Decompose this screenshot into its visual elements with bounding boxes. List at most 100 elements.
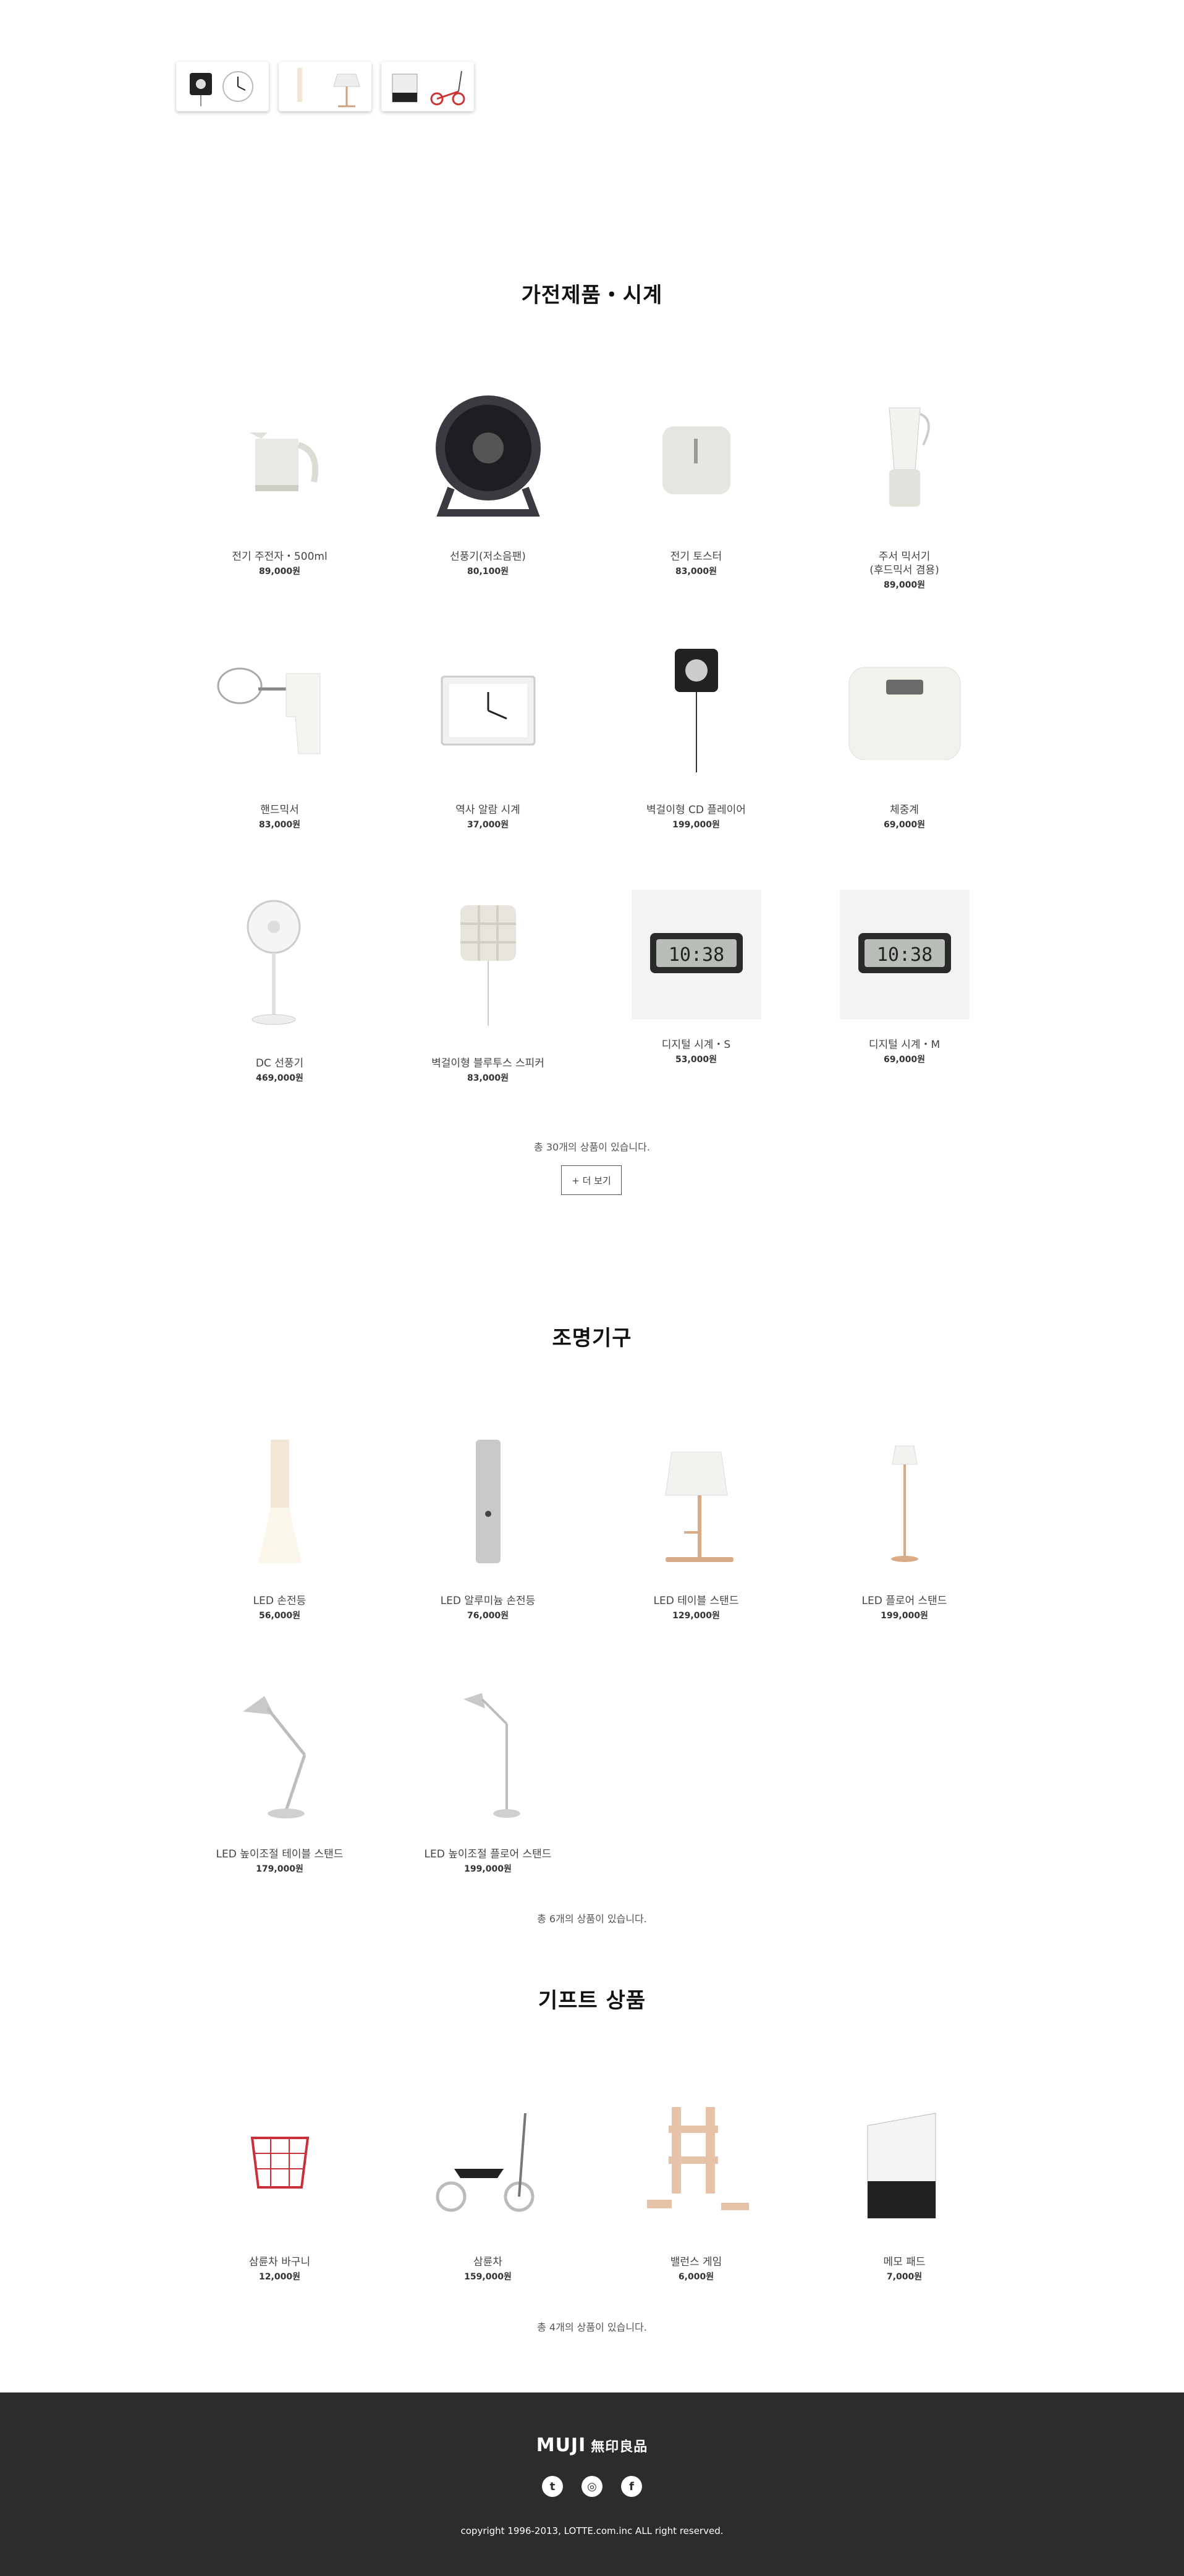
- product-item[interactable]: 역사 알람 시계 37,000원: [384, 636, 592, 890]
- flashlight-icon: [420, 1427, 556, 1576]
- logo-text: MUJI: [536, 2435, 586, 2456]
- logo-kanji: 無印良品: [591, 2439, 648, 2455]
- product-item[interactable]: 10:38 디지털 시계・M 69,000원: [800, 890, 1009, 1143]
- product-name: 체중계: [890, 804, 919, 816]
- product-name: LED 손전등: [253, 1595, 307, 1607]
- product-item[interactable]: 10:38 디지털 시계・S 53,000원: [592, 890, 800, 1143]
- clock-icon: [420, 636, 556, 785]
- product-price: 159,000원: [464, 2272, 512, 2282]
- tricycle-icon: [420, 2088, 556, 2237]
- instagram-icon[interactable]: ◎: [581, 2476, 603, 2497]
- basket-icon: [212, 2088, 348, 2237]
- section-title-appliances: 가전제품・시계: [521, 283, 663, 308]
- copyright: copyright 1996-2013, LOTTE.com.inc ALL r…: [460, 2525, 724, 2536]
- product-price: 199,000원: [881, 1611, 928, 1621]
- product-item[interactable]: 밸런스 게임 6,000원: [592, 2088, 800, 2342]
- desk-lamp-icon: [212, 1681, 348, 1829]
- product-price: 83,000원: [259, 820, 300, 830]
- product-item[interactable]: 메모 패드 7,000원: [800, 2088, 1009, 2342]
- facebook-icon[interactable]: f: [621, 2476, 642, 2497]
- memo-pad-icon: [837, 2088, 973, 2237]
- product-item[interactable]: LED 높이조절 테이블 스탠드 179,000원: [175, 1681, 384, 1934]
- twitter-icon[interactable]: t: [542, 2476, 563, 2497]
- scale-icon: [837, 636, 973, 785]
- product-name: 밸런스 게임: [670, 2256, 722, 2268]
- product-item[interactable]: LED 플로어 스탠드 199,000원: [800, 1427, 1009, 1681]
- product-price: 80,100원: [467, 567, 509, 576]
- blender-icon: [837, 383, 973, 531]
- thumb-lighting[interactable]: [279, 62, 371, 111]
- footer: MUJI 無印良品 t ◎ f copyright 1996-2013, LOTT…: [0, 2392, 1184, 2576]
- product-count: 총 30개의 상품이 있습니다.: [534, 1141, 650, 1153]
- page: 가전제품・시계 전기 주전자・500ml 89,000원 선풍기(저소음팬) 8…: [0, 0, 1184, 2576]
- product-price: 179,000원: [256, 1864, 303, 1874]
- product-item[interactable]: LED 손전등 56,000원: [175, 1427, 384, 1681]
- product-price: 199,000원: [672, 820, 720, 830]
- category-thumbnails: [176, 62, 474, 111]
- svg-text:10:38: 10:38: [668, 944, 724, 966]
- product-name: LED 높이조절 플로어 스탠드: [424, 1848, 552, 1860]
- product-item[interactable]: 체중계 69,000원: [800, 636, 1009, 890]
- product-item[interactable]: 전기 주전자・500ml 89,000원: [175, 383, 384, 636]
- product-item[interactable]: 삼륜차 바구니 12,000원: [175, 2088, 384, 2342]
- floor-lamp-icon: [837, 1427, 973, 1576]
- fan-icon: [420, 383, 556, 531]
- product-name: 벽걸이형 블루투스 스피커: [431, 1057, 544, 1070]
- thumb-gifts[interactable]: [381, 62, 474, 111]
- blocks-icon: [628, 2088, 764, 2237]
- product-name: 디지털 시계・S: [661, 1039, 731, 1051]
- product-name: LED 플로어 스탠드: [861, 1595, 947, 1607]
- product-name: 메모 패드: [883, 2256, 926, 2268]
- product-price: 69,000원: [884, 1055, 925, 1065]
- product-grid-gifts: 삼륜차 바구니 12,000원 삼륜차 159,000원 밸런스 게임 6,00…: [175, 2088, 1009, 2342]
- product-item[interactable]: LED 테이블 스탠드 129,000원: [592, 1427, 800, 1681]
- lantern-icon: [212, 1427, 348, 1576]
- stand-fan-icon: [212, 890, 348, 1038]
- lamp-icon: [297, 68, 360, 108]
- gift-icon: [392, 70, 465, 106]
- product-name: 역사 알람 시계: [455, 804, 520, 816]
- product-price: 6,000원: [678, 2272, 714, 2282]
- product-item[interactable]: 주서 믹서기 (후드믹서 겸용) 89,000원: [800, 383, 1009, 636]
- toaster-icon: [628, 383, 764, 531]
- product-name: 전기 주전자・500ml: [232, 551, 328, 563]
- product-item[interactable]: 벽걸이형 CD 플레이어 199,000원: [592, 636, 800, 890]
- product-count: 총 4개의 상품이 있습니다.: [537, 2321, 647, 2333]
- product-item[interactable]: 핸드믹서 83,000원: [175, 636, 384, 890]
- product-name: 선풍기(저소음팬): [450, 551, 526, 563]
- product-grid-lighting: LED 손전등 56,000원 LED 알루미늄 손전등 76,000원 LED…: [175, 1427, 1009, 1934]
- muji-logo[interactable]: MUJI 無印良品: [0, 2435, 1184, 2456]
- product-name: LED 테이블 스탠드: [653, 1595, 739, 1607]
- hand-mixer-icon: [212, 636, 348, 785]
- product-name: 핸드믹서: [260, 804, 299, 816]
- product-item[interactable]: LED 높이조절 플로어 스탠드 199,000원: [384, 1681, 592, 1934]
- product-price: 12,000원: [259, 2272, 300, 2282]
- product-item[interactable]: 선풍기(저소음팬) 80,100원: [384, 383, 592, 636]
- product-price: 76,000원: [467, 1611, 509, 1621]
- product-count: 총 6개의 상품이 있습니다.: [537, 1913, 647, 1925]
- thumb-appliances[interactable]: [176, 62, 269, 111]
- more-button[interactable]: + 더 보기: [561, 1165, 622, 1195]
- product-price: 469,000원: [256, 1073, 303, 1083]
- digital-clock-icon: 10:38: [839, 890, 970, 1020]
- svg-text:10:38: 10:38: [876, 944, 932, 966]
- product-item[interactable]: 벽걸이형 블루투스 스피커 83,000원: [384, 890, 592, 1143]
- product-item[interactable]: 전기 토스터 83,000원: [592, 383, 800, 636]
- product-price: 69,000원: [884, 820, 925, 830]
- product-price: 83,000원: [467, 1073, 509, 1083]
- product-name: 디지털 시계・M: [868, 1039, 941, 1051]
- social-links: t ◎ f: [0, 2476, 1184, 2497]
- product-name: 벽걸이형 CD 플레이어: [646, 804, 746, 816]
- product-item[interactable]: LED 알루미늄 손전등 76,000원: [384, 1427, 592, 1681]
- product-item[interactable]: 삼륜차 159,000원: [384, 2088, 592, 2342]
- product-price: 53,000원: [675, 1055, 717, 1065]
- speaker-icon: [420, 890, 556, 1038]
- product-name: 전기 토스터: [670, 551, 722, 563]
- product-price: 89,000원: [884, 580, 925, 590]
- product-item[interactable]: DC 선풍기 469,000원: [175, 890, 384, 1143]
- product-price: 7,000원: [886, 2272, 923, 2282]
- table-lamp-icon: [628, 1427, 764, 1576]
- kettle-icon: [212, 383, 348, 531]
- cd-player-icon: [628, 636, 764, 785]
- cd-player-clock-icon: [190, 71, 253, 106]
